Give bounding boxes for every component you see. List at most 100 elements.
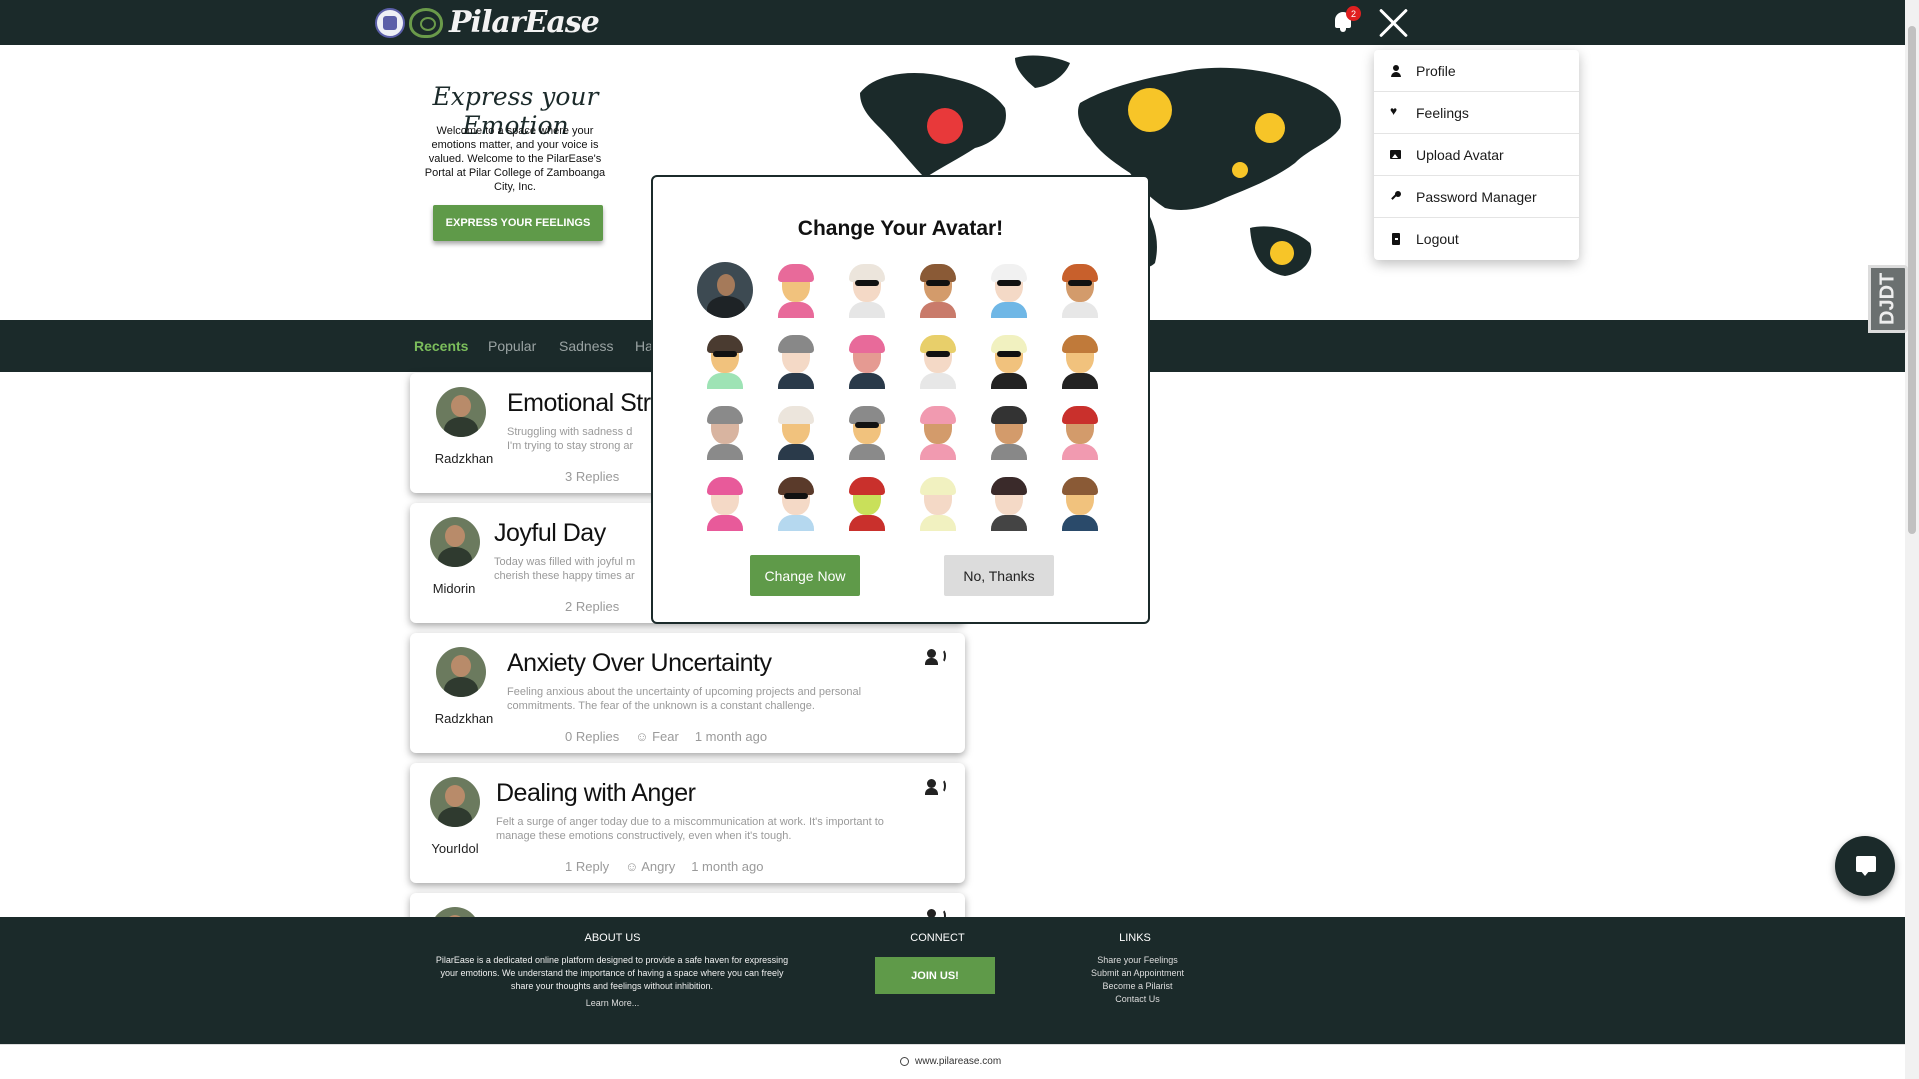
post-username[interactable]: Radzkhan <box>424 451 504 466</box>
text-to-speech-icon[interactable] <box>925 647 949 667</box>
footer-about-text: PilarEase is a dedicated online platform… <box>435 955 789 991</box>
avatar-option[interactable] <box>697 404 753 460</box>
post-title[interactable]: Anxiety Over Uncertainty <box>507 649 772 678</box>
post-title[interactable]: Dealing with Anger <box>496 779 696 808</box>
menu-item-logout[interactable]: Logout <box>1374 218 1579 260</box>
post-username[interactable]: YourIdol <box>415 841 495 856</box>
avatar-option[interactable] <box>768 333 824 389</box>
learn-more-link[interactable]: Learn More... <box>580 998 645 1008</box>
avatar-option[interactable] <box>839 404 895 460</box>
brain-logo-icon <box>409 7 443 38</box>
footer-link-become-pilarist[interactable]: Become a Pilarist <box>1060 980 1215 993</box>
tab-popular[interactable]: Popular <box>488 338 536 354</box>
post-card[interactable]: Radzkhan Anxiety Over Uncertainty Feelin… <box>410 633 965 753</box>
express-feelings-button[interactable]: EXPRESS YOUR FEELINGS <box>433 205 603 241</box>
avatar-option[interactable] <box>910 475 966 531</box>
site-url[interactable]: www.pilarease.com <box>915 1056 1001 1067</box>
post-username[interactable]: Radzkhan <box>424 711 504 726</box>
logout-icon <box>1390 233 1402 245</box>
avatar-option[interactable] <box>981 333 1037 389</box>
footer-link-appointment[interactable]: Submit an Appointment <box>1060 967 1215 980</box>
post-time: 1 month ago <box>694 729 768 744</box>
top-navbar: PilarEase 2 <box>0 0 1905 45</box>
scrollbar-thumb[interactable] <box>1908 26 1916 534</box>
avatar-option[interactable] <box>697 262 753 318</box>
notification-bell-icon[interactable]: 2 <box>1332 6 1361 34</box>
post-card[interactable]: YourIdol Dealing with Anger Felt a surge… <box>410 763 965 883</box>
brand-logo[interactable]: PilarEase <box>375 5 600 40</box>
avatar[interactable] <box>430 777 480 827</box>
notification-count-badge: 2 <box>1346 6 1361 21</box>
brand-name: PilarEase <box>449 5 600 40</box>
key-icon <box>1390 190 1402 203</box>
avatar-option[interactable] <box>697 333 753 389</box>
avatar-option[interactable] <box>1052 262 1108 318</box>
post-replies[interactable]: 0 Replies <box>565 729 619 744</box>
avatar-option[interactable] <box>981 475 1037 531</box>
post-meta: 3 Replies <box>565 469 619 484</box>
avatar-option[interactable] <box>910 333 966 389</box>
footer-links: Share your Feelings Submit an Appointmen… <box>1060 954 1215 1006</box>
chat-bubble-icon[interactable] <box>1835 836 1895 896</box>
heart-icon <box>1390 104 1402 119</box>
change-avatar-modal: Change Your Avatar! Change Now No, Thank… <box>651 175 1150 624</box>
footer-links-heading: LINKS <box>1119 932 1151 944</box>
menu-item-password-manager[interactable]: Password Manager <box>1374 176 1579 218</box>
footer-about-heading: ABOUT US <box>584 932 641 944</box>
post-replies[interactable]: 3 Replies <box>565 469 619 484</box>
footer-link-contact[interactable]: Contact Us <box>1060 993 1215 1006</box>
modal-title: Change Your Avatar! <box>797 217 1004 240</box>
post-title[interactable]: Emotional Str <box>507 389 651 418</box>
avatar-option[interactable] <box>768 404 824 460</box>
post-meta: 1 Reply ☺ Angry 1 month ago <box>565 859 764 874</box>
avatar-option[interactable] <box>697 475 753 531</box>
change-now-button[interactable]: Change Now <box>750 555 860 596</box>
avatar[interactable] <box>436 647 486 697</box>
avatar[interactable] <box>436 387 486 437</box>
user-dropdown-menu: Profile Feelings Upload Avatar Password … <box>1374 50 1579 260</box>
menu-item-profile[interactable]: Profile <box>1374 50 1579 92</box>
close-menu-icon[interactable] <box>1376 6 1410 40</box>
avatar-grid <box>697 262 1117 547</box>
avatar-option[interactable] <box>768 475 824 531</box>
avatar-option[interactable] <box>1052 333 1108 389</box>
post-time: 1 month ago <box>691 859 764 874</box>
footer-link-share-feelings[interactable]: Share your Feelings <box>1060 954 1215 967</box>
post-replies[interactable]: 1 Reply <box>565 859 609 874</box>
menu-item-upload-avatar[interactable]: Upload Avatar <box>1374 134 1579 176</box>
post-title[interactable]: Joyful Day <box>494 519 606 548</box>
post-replies[interactable]: 2 Replies <box>565 599 619 614</box>
tab-sadness[interactable]: Sadness <box>559 338 613 354</box>
avatar-option[interactable] <box>910 404 966 460</box>
site-url-bar: www.pilarease.com <box>0 1044 1905 1079</box>
hero-description: Welcome to a space where your emotions m… <box>424 125 606 193</box>
college-seal-icon <box>375 7 405 38</box>
post-meta: 2 Replies <box>565 599 619 614</box>
avatar-option[interactable] <box>839 262 895 318</box>
avatar[interactable] <box>430 517 480 567</box>
post-emotion: ☺ Fear <box>635 729 679 744</box>
avatar-option[interactable] <box>910 262 966 318</box>
post-description: Felt a surge of anger today due to a mis… <box>496 816 884 842</box>
avatar-option[interactable] <box>981 404 1037 460</box>
page-scrollbar[interactable] <box>1905 0 1919 1079</box>
debug-toolbar-tab[interactable]: DJDT <box>1868 265 1908 333</box>
avatar-option[interactable] <box>1052 475 1108 531</box>
avatar-option[interactable] <box>981 262 1037 318</box>
post-description: Feeling anxious about the uncertainty of… <box>507 686 862 712</box>
person-icon <box>1390 64 1402 77</box>
post-emotion: ☺ Angry <box>625 859 676 874</box>
join-us-button[interactable]: JOIN US! <box>875 957 995 994</box>
tab-recents[interactable]: Recents <box>414 338 468 354</box>
menu-item-feelings[interactable]: Feelings <box>1374 92 1579 134</box>
avatar-option[interactable] <box>768 262 824 318</box>
avatar-option[interactable] <box>839 333 895 389</box>
avatar-option[interactable] <box>1052 404 1108 460</box>
image-icon <box>1390 149 1402 161</box>
site-footer: ABOUT US PilarEase is a dedicated online… <box>0 917 1905 1044</box>
post-username[interactable]: Midorin <box>414 581 494 596</box>
globe-icon <box>900 1057 909 1066</box>
no-thanks-button[interactable]: No, Thanks <box>944 555 1054 596</box>
text-to-speech-icon[interactable] <box>925 777 949 797</box>
avatar-option[interactable] <box>839 475 895 531</box>
